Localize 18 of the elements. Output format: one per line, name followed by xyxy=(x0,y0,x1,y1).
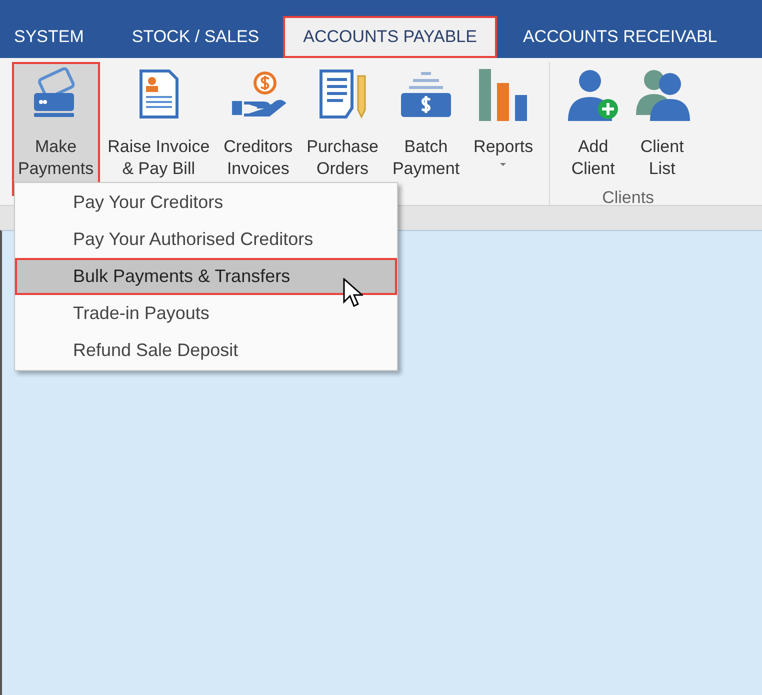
ribbon-button[interactable]: Add Client xyxy=(560,62,626,184)
menu-item[interactable]: Pay Your Authorised Creditors xyxy=(15,221,397,258)
ribbon-tab[interactable]: ACCOUNTS RECEIVABL xyxy=(510,16,730,58)
ribbon-button[interactable]: Batch Payment xyxy=(386,62,466,184)
menu-item[interactable]: Bulk Payments & Transfers xyxy=(15,258,397,295)
ribbon-button[interactable]: Client List xyxy=(628,62,696,184)
mouse-cursor-icon xyxy=(343,278,363,308)
ribbon-tab[interactable]: ACCOUNTS PAYABLE xyxy=(283,16,497,58)
menu-item[interactable]: Refund Sale Deposit xyxy=(15,332,397,369)
menu-item[interactable]: Trade-in Payouts xyxy=(15,295,397,332)
ribbon-tab[interactable]: STOCK / SALES xyxy=(120,16,272,58)
ribbon-tab[interactable]: SYSTEM xyxy=(2,16,96,58)
group-label: Clients xyxy=(602,188,654,208)
ribbon-button[interactable]: Purchase Orders xyxy=(300,62,384,184)
ribbon-button[interactable]: Raise Invoice & Pay Bill xyxy=(102,62,216,184)
ribbon-button[interactable]: Creditors Invoices xyxy=(218,62,299,184)
ribbon-button[interactable]: Make Payments xyxy=(12,62,100,196)
ribbon-button[interactable]: Reports xyxy=(468,62,540,180)
